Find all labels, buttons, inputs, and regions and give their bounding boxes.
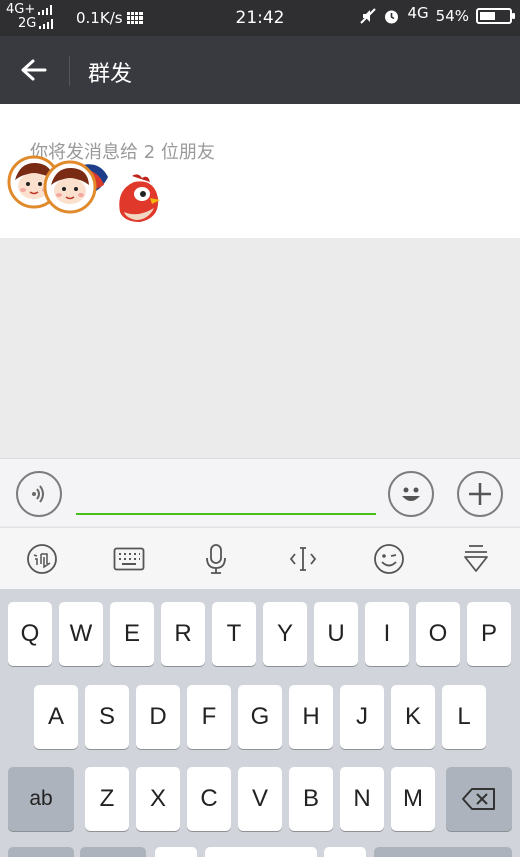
microphone-icon [206, 544, 226, 574]
input-bar [0, 458, 520, 526]
key-u[interactable]: U [314, 602, 358, 666]
emoji-panel-button[interactable] [369, 540, 409, 578]
cursor-icon [289, 547, 317, 571]
hide-keyboard-icon [464, 545, 488, 572]
key-n[interactable]: N [340, 767, 384, 831]
keyboard: Q W E R T Y U I O P A S D F G H J K L ab… [0, 589, 520, 857]
bottom-row-key[interactable] [324, 847, 366, 857]
boy-cartoon-avatar[interactable] [42, 159, 112, 215]
plus-icon [469, 483, 491, 505]
handwrite-icon [27, 544, 57, 574]
backspace-icon [462, 788, 495, 810]
recipients-panel: 你将发消息给 2 位朋友 [0, 104, 520, 238]
status-right: 4G 54% [360, 4, 515, 25]
key-y[interactable]: Y [263, 602, 307, 666]
key-x[interactable]: X [136, 767, 180, 831]
bottom-row-key[interactable] [374, 847, 512, 857]
backspace-key[interactable] [446, 767, 512, 831]
key-r[interactable]: R [161, 602, 205, 666]
battery-percent: 54% [435, 7, 469, 25]
emoji-icon [402, 487, 420, 501]
key-m[interactable]: M [391, 767, 435, 831]
keyboard-icon [113, 547, 145, 571]
red-bird-avatar[interactable] [114, 172, 162, 224]
title-divider [69, 56, 70, 86]
key-t[interactable]: T [212, 602, 256, 666]
bottom-row-key[interactable] [155, 847, 197, 857]
alarm-icon [385, 10, 399, 23]
voice-button[interactable] [16, 471, 62, 517]
message-input[interactable] [76, 473, 376, 513]
network-right-label: 4G [407, 4, 429, 22]
key-a[interactable]: A [34, 685, 78, 749]
bottom-row-key[interactable] [80, 847, 146, 857]
key-q[interactable]: Q [8, 602, 52, 666]
key-c[interactable]: C [187, 767, 231, 831]
handwrite-button[interactable] [22, 540, 62, 578]
bottom-row-key[interactable] [8, 847, 74, 857]
key-j[interactable]: J [340, 685, 384, 749]
status-bar: 4G+ 2G 0.1K/s 21:42 4G 54% [0, 0, 520, 36]
voice-input-button[interactable] [196, 540, 236, 578]
plus-button[interactable] [457, 471, 503, 517]
back-button[interactable] [16, 54, 52, 86]
key-o[interactable]: O [416, 602, 460, 666]
key-v[interactable]: V [238, 767, 282, 831]
space-key[interactable] [205, 847, 317, 857]
key-f[interactable]: F [187, 685, 231, 749]
battery-icon [476, 8, 515, 24]
key-s[interactable]: S [85, 685, 129, 749]
key-w[interactable]: W [59, 602, 103, 666]
mute-icon [360, 8, 377, 24]
page-title: 群发 [88, 62, 133, 87]
key-p[interactable]: P [467, 602, 511, 666]
keyboard-switch-button[interactable] [109, 540, 149, 578]
key-i[interactable]: I [365, 602, 409, 666]
voice-icon [32, 485, 44, 503]
back-arrow-icon [21, 59, 47, 81]
shift-key[interactable]: ab [8, 767, 74, 831]
title-bar: 群发 [0, 36, 520, 104]
emoji-face-icon [374, 544, 404, 574]
key-k[interactable]: K [391, 685, 435, 749]
key-e[interactable]: E [110, 602, 154, 666]
key-g[interactable]: G [238, 685, 282, 749]
emoji-button[interactable] [388, 471, 434, 517]
keyboard-toolbar [0, 527, 520, 589]
hide-keyboard-button[interactable] [456, 540, 496, 578]
key-d[interactable]: D [136, 685, 180, 749]
key-z[interactable]: Z [85, 767, 129, 831]
input-underline [76, 513, 376, 515]
key-l[interactable]: L [442, 685, 486, 749]
cursor-button[interactable] [283, 540, 323, 578]
key-h[interactable]: H [289, 685, 333, 749]
key-b[interactable]: B [289, 767, 333, 831]
battery-fill [480, 12, 496, 20]
